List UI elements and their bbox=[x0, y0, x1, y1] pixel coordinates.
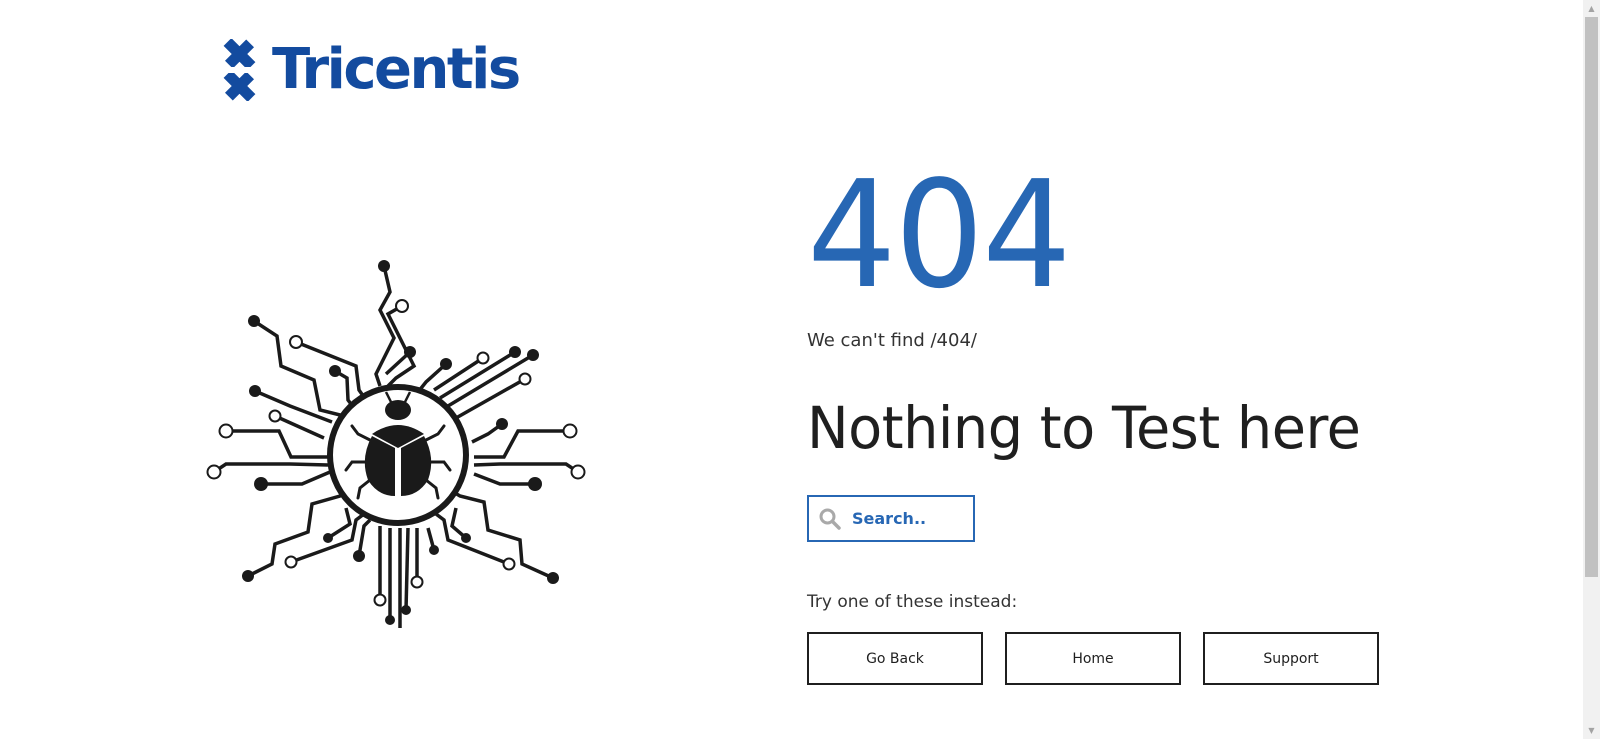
support-button[interactable]: Support bbox=[1203, 632, 1379, 685]
bug-circuit-illustration bbox=[206, 260, 586, 628]
search-box[interactable] bbox=[807, 495, 975, 542]
tricentis-logo-icon bbox=[214, 39, 264, 101]
error-code: 404 bbox=[807, 149, 1072, 321]
error-headline: Nothing to Test here bbox=[807, 394, 1361, 462]
suggestion-buttons: Go Back Home Support bbox=[807, 632, 1427, 685]
brand-name: Tricentis bbox=[272, 37, 521, 102]
home-button[interactable]: Home bbox=[1005, 632, 1181, 685]
page: Tricentis 404 We can't find /404/ Nothin… bbox=[0, 0, 1600, 739]
scroll-thumb[interactable] bbox=[1585, 17, 1598, 577]
scroll-up-arrow-icon[interactable]: ▲ bbox=[1583, 0, 1600, 17]
search-input[interactable] bbox=[850, 508, 964, 529]
vertical-scrollbar[interactable]: ▲ ▼ bbox=[1583, 0, 1600, 739]
error-message: We can't find /404/ bbox=[807, 330, 977, 351]
magnifier-icon[interactable] bbox=[818, 507, 842, 531]
scroll-down-arrow-icon[interactable]: ▼ bbox=[1583, 722, 1600, 739]
tricentis-logo[interactable]: Tricentis bbox=[214, 37, 521, 102]
suggestions-label: Try one of these instead: bbox=[807, 592, 1018, 612]
error-content: 404 We can't find /404/ Nothing to Test … bbox=[807, 160, 1427, 685]
go-back-button[interactable]: Go Back bbox=[807, 632, 983, 685]
